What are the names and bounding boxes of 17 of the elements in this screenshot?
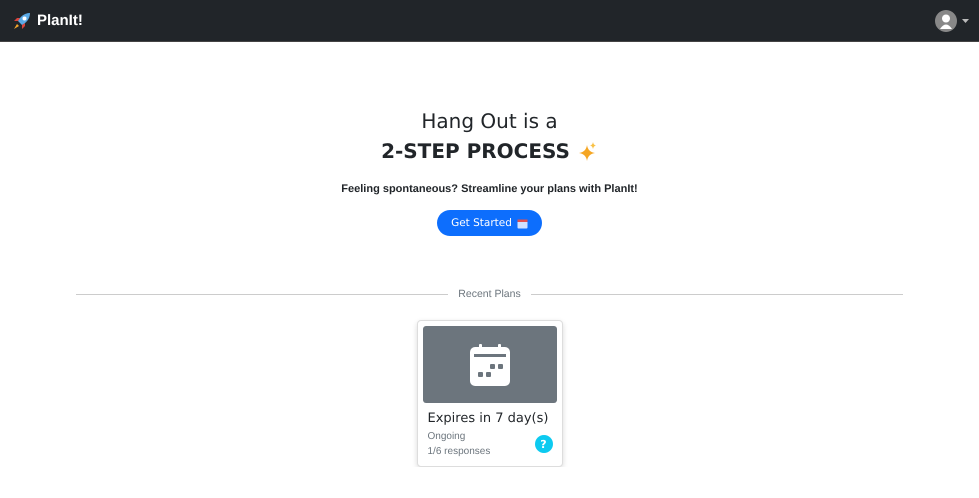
calendar-icon xyxy=(516,218,528,228)
section-heading: Recent Plans xyxy=(458,288,521,300)
hero-subtitle: Feeling spontaneous? Streamline your plans with PlanIt! xyxy=(341,183,638,195)
response-count: 1/6 responses xyxy=(428,446,492,457)
sparkles-icon xyxy=(578,141,598,161)
calendar-icon xyxy=(470,344,510,386)
caret-icon[interactable] xyxy=(962,18,969,22)
brand-name[interactable]: PlanIt! xyxy=(37,12,83,29)
user-avatar-icon[interactable] xyxy=(935,10,957,32)
card-title: Expires in 7 day(s) xyxy=(428,411,550,426)
get-started-button[interactable]: Get Started xyxy=(437,210,542,236)
hero-heading: Hang Out is a xyxy=(421,108,558,135)
help-badge: ? xyxy=(534,435,552,453)
rocket-icon xyxy=(12,10,32,30)
hero-heading: 2-STEP PROCESS xyxy=(381,138,570,165)
plan-card[interactable]: Expires in 7 day(s) Ongoing 1/6 responses ? xyxy=(416,320,562,467)
plan-status: Ongoing xyxy=(428,431,466,442)
